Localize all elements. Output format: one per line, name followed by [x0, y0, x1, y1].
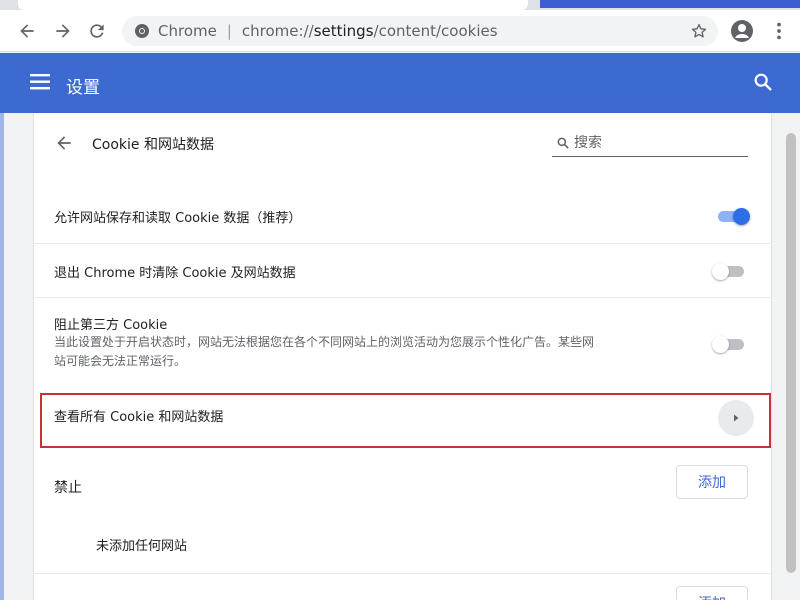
tab-strip	[0, 0, 800, 10]
clear-on-exit-row[interactable]: 退出 Chrome 时清除 Cookie 及网站数据	[34, 243, 771, 297]
menu-icon[interactable]	[30, 72, 52, 92]
settings-header: 设置	[0, 53, 800, 113]
toggle-knob	[712, 263, 729, 280]
block-add-button[interactable]: 添加	[676, 465, 748, 499]
allow-cookies-label: 允许网站保存和读取 Cookie 数据（推荐）	[54, 211, 302, 226]
block-third-party-label: 阻止第三方 Cookie	[54, 318, 168, 333]
block-section-header: 禁止 添加	[34, 453, 771, 523]
description-line: 站可能会无法正常运行。	[54, 354, 187, 368]
forward-button[interactable]	[50, 18, 76, 44]
more-vert-icon[interactable]	[768, 20, 790, 42]
active-tab[interactable]	[18, 0, 528, 10]
background-panel	[0, 113, 4, 600]
block-third-party-toggle[interactable]	[712, 336, 746, 353]
address-bar[interactable]: Chrome | chrome://settings/content/cooki…	[122, 16, 718, 46]
browser-toolbar: Chrome | chrome://settings/content/cooki…	[0, 10, 800, 52]
reload-icon	[90, 24, 104, 38]
empty-list-note: 未添加任何网站	[96, 539, 188, 554]
toggle-knob	[733, 208, 750, 225]
page-scrollbar[interactable]	[782, 113, 800, 600]
reload-button[interactable]	[84, 18, 110, 44]
block-section-label: 禁止	[54, 480, 82, 496]
play-arrow-icon	[734, 414, 739, 422]
block-third-party-row[interactable]: 阻止第三方 Cookie 当此设置处于开启状态时，网站无法根据您在各个不同网站上…	[34, 297, 771, 389]
settings-card: Cookie 和网站数据 允许网站保存和读取 Cookie 数据（推荐） 退出 …	[34, 113, 771, 600]
background-tab[interactable]	[540, 0, 800, 8]
url-separator: |	[226, 22, 232, 40]
subpage-header: Cookie 和网站数据	[34, 113, 771, 175]
next-section-header: 添加	[34, 573, 771, 600]
url-text: chrome://settings/content/cookies	[241, 22, 498, 40]
search-icon	[557, 137, 569, 149]
bookmark-star-icon[interactable]	[690, 22, 708, 40]
back-arrow-icon[interactable]	[54, 133, 74, 153]
description-line: 当此设置处于开启状态时，网站无法根据您在各个不同网站上的浏览活动为您展示个性化广…	[54, 335, 595, 349]
highlight-box	[40, 393, 771, 448]
allow-cookies-toggle[interactable]	[716, 208, 750, 225]
toggle-knob	[712, 336, 729, 353]
search-input[interactable]	[574, 133, 744, 153]
subpage-title: Cookie 和网站数据	[92, 137, 214, 153]
block-third-party-description: 当此设置处于开启状态时，网站无法根据您在各个不同网站上的浏览活动为您展示个性化广…	[54, 333, 694, 371]
settings-search[interactable]	[552, 131, 748, 157]
back-button[interactable]	[14, 18, 40, 44]
search-icon[interactable]	[752, 71, 774, 93]
clear-on-exit-toggle[interactable]	[712, 263, 746, 280]
site-chip: Chrome	[158, 22, 217, 40]
scrollbar-thumb[interactable]	[786, 133, 796, 573]
page-title: 设置	[66, 78, 100, 98]
arrow-left-icon	[20, 24, 34, 38]
arrow-right-icon	[56, 24, 70, 38]
block-list: 未添加任何网站	[34, 523, 771, 573]
profile-avatar-icon[interactable]	[730, 19, 754, 43]
allow-cookies-row[interactable]: 允许网站保存和读取 Cookie 数据（推荐）	[34, 189, 771, 243]
chrome-logo-icon	[135, 24, 149, 38]
see-all-arrow-button[interactable]	[718, 400, 754, 436]
clear-on-exit-label: 退出 Chrome 时清除 Cookie 及网站数据	[54, 266, 296, 281]
next-add-button[interactable]: 添加	[676, 586, 748, 600]
